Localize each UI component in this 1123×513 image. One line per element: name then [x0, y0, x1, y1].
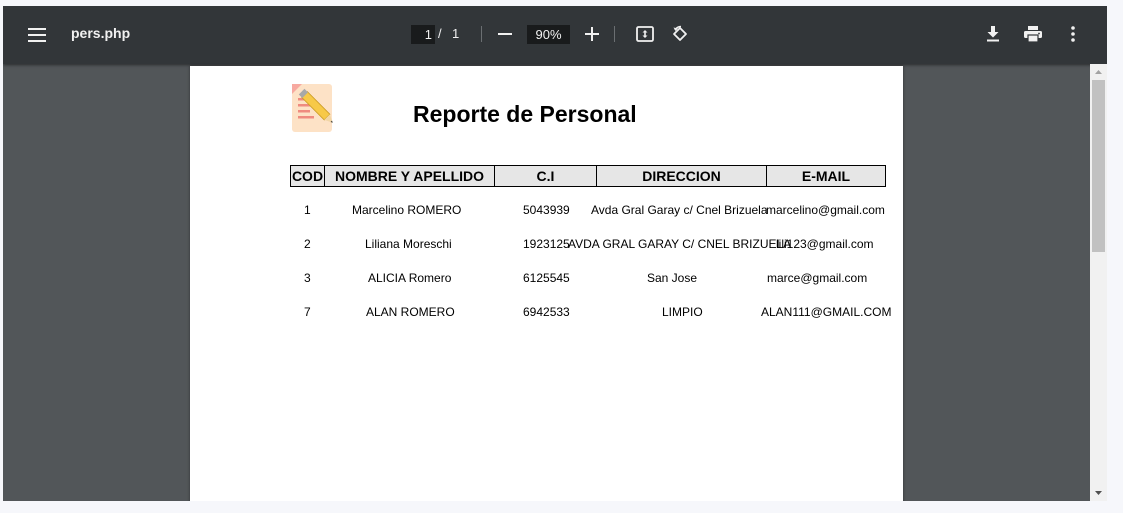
cell-ci: 6942533: [523, 305, 570, 319]
cell-nombre: Liliana Moreschi: [365, 237, 452, 251]
toolbar-divider: [481, 26, 482, 42]
minus-icon: [498, 33, 512, 35]
print-button[interactable]: [1017, 18, 1049, 50]
cell-ci: 1923125: [523, 237, 570, 251]
cell-direccion: LIMPIO: [662, 305, 703, 319]
cell-email: ALAN111@GMAIL.COM: [761, 305, 892, 319]
page-total: 1: [452, 26, 460, 41]
zoom-in-button[interactable]: [576, 18, 608, 50]
page-number-input[interactable]: 1: [411, 25, 435, 44]
pdf-viewer: pers.php 1 / 1 90% Reporte de Personal C…: [3, 6, 1107, 501]
cell-email: lili123@gmail.com: [776, 237, 874, 251]
toolbar-divider: [614, 26, 615, 42]
scrollbar-thumb[interactable]: [1092, 80, 1105, 252]
cell-direccion: AVDA GRAL GARAY C/ CNEL BRIZUELA: [568, 237, 792, 251]
more-options-button[interactable]: [1057, 18, 1089, 50]
fit-to-page-button[interactable]: [629, 18, 661, 50]
plus-icon: [585, 27, 599, 41]
table-header: COD NOMBRE Y APELLIDO C.I DIRECCION E-MA…: [290, 165, 886, 187]
report-title: Reporte de Personal: [413, 101, 637, 127]
pdf-page: Reporte de Personal COD NOMBRE Y APELLID…: [190, 66, 903, 501]
cell-cod: 7: [304, 305, 311, 319]
document-title: pers.php: [71, 25, 131, 41]
cell-nombre: ALAN ROMERO: [366, 305, 455, 319]
rotate-icon: [673, 25, 687, 41]
column-header-ci: C.I: [495, 166, 597, 186]
cell-cod: 2: [304, 237, 311, 251]
cell-cod: 3: [304, 271, 311, 285]
print-icon: [1024, 26, 1042, 42]
vertical-scrollbar[interactable]: [1090, 64, 1107, 501]
column-header-direccion: DIRECCION: [597, 166, 767, 186]
cell-direccion: San Jose: [647, 271, 698, 285]
column-header-email: E-MAIL: [801, 168, 851, 184]
rotate-button[interactable]: [664, 18, 696, 50]
fit-to-page-icon: [636, 26, 654, 42]
download-button[interactable]: [977, 18, 1009, 50]
download-icon: [987, 26, 999, 42]
more-vert-icon: [1071, 26, 1075, 42]
column-header-cod: COD: [291, 166, 325, 186]
cell-cod: 1: [304, 203, 311, 217]
zoom-out-button[interactable]: [489, 18, 521, 50]
cell-email: marcelino@gmail.com: [766, 203, 885, 217]
scroll-up-arrow-icon[interactable]: [1090, 65, 1107, 79]
pdf-toolbar: pers.php 1 / 1 90%: [3, 6, 1107, 64]
cell-direccion: Avda Gral Garay c/ Cnel Brizuela: [591, 203, 768, 217]
notepad-pencil-icon: [290, 80, 342, 136]
cell-nombre: ALICIA Romero: [368, 271, 452, 285]
cell-ci: 6125545: [523, 271, 570, 285]
hamburger-menu-icon[interactable]: [21, 19, 53, 51]
page-separator: /: [438, 26, 442, 41]
zoom-input[interactable]: 90%: [527, 25, 570, 44]
column-header-nombre: NOMBRE Y APELLIDO: [325, 166, 495, 186]
cell-ci: 5043939: [523, 203, 570, 217]
cell-email: marce@gmail.com: [767, 271, 868, 285]
cell-nombre: Marcelino ROMERO: [352, 203, 462, 217]
scroll-down-arrow-icon[interactable]: [1090, 486, 1107, 500]
